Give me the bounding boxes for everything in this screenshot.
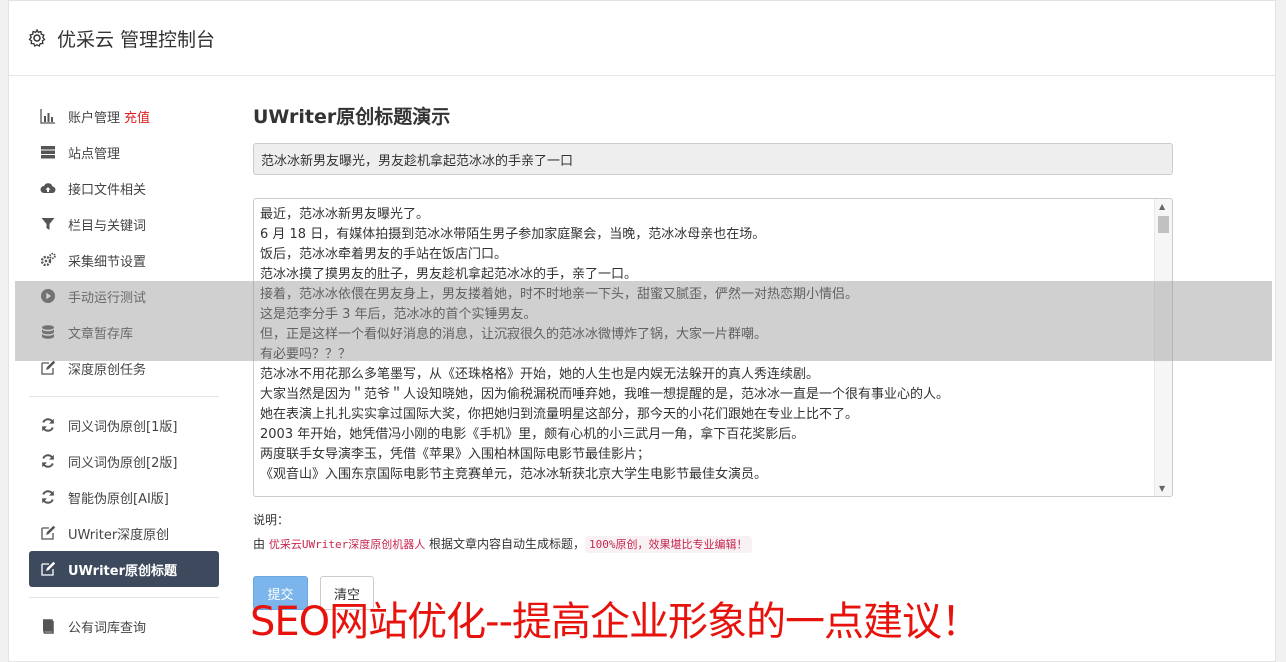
page-title: UWriter原创标题演示 — [253, 106, 451, 128]
recharge-link[interactable]: 充值 — [124, 107, 150, 126]
edit-icon — [39, 360, 57, 376]
page-header: 优采云 管理控制台 — [9, 1, 1275, 76]
sidebar-item-synonym-v2[interactable]: 同义词伪原创[2版] — [29, 443, 219, 479]
refresh-icon — [39, 453, 57, 469]
sidebar-item-uwriter-deep[interactable]: UWriter深度原创 — [29, 515, 219, 551]
sidebar-item-label: 站点管理 — [68, 146, 121, 162]
content-line: 范冰冰不用花那么多笔墨写，从《还珠格格》开始，她的人生也是内娱无法躲开的真人秀连… — [260, 367, 820, 382]
bar-chart-icon — [39, 108, 57, 124]
generated-title-field[interactable] — [253, 143, 1173, 175]
content-line: 2003 年开始，她凭借冯小刚的电影《手机》里，颇有心机的小三武月一角，拿下百花… — [260, 427, 805, 442]
sidebar-item-smart-ai[interactable]: 智能伪原创[AI版] — [29, 479, 219, 515]
sidebar-item-sites[interactable]: 站点管理 — [29, 134, 219, 170]
sidebar: 账户管理 充值 站点管理 接口文件相关 栏目与关键词 采集细节设置 手动运行测试… — [29, 98, 219, 644]
sidebar-item-account[interactable]: 账户管理 充值 — [29, 98, 219, 134]
content-line: 《观音山》入围东京国际电影节主竞赛单元，范冰冰斩获北京大学生电影节最佳女演员。 — [260, 467, 768, 482]
content-line: 饭后，范冰冰牵着男友的手站在饭店门口。 — [260, 247, 508, 262]
refresh-icon — [39, 489, 57, 505]
content-line: 她在表演上扎扎实实拿过国际大奖，你把她归到流量明星这部分，那今天的小花们跟她在专… — [260, 407, 859, 422]
sidebar-item-label: 接口文件相关 — [68, 182, 147, 198]
edit-icon — [39, 561, 57, 577]
edit-icon — [39, 525, 57, 541]
refresh-icon — [39, 417, 57, 433]
sidebar-item-label: 账户管理 — [68, 110, 121, 126]
note-middle: 根据文章内容自动生成标题， — [429, 537, 586, 551]
sidebar-item-synonym-v1[interactable]: 同义词伪原创[1版] — [29, 407, 219, 443]
gears-icon — [39, 252, 57, 268]
note-product: 优采云UWriter深度原创机器人 — [268, 538, 426, 551]
sidebar-item-label: UWriter深度原创 — [68, 527, 170, 543]
note-text: 由 优采云UWriter深度原创机器人 根据文章内容自动生成标题， 100%原创，… — [253, 535, 1173, 553]
sidebar-item-interface-files[interactable]: 接口文件相关 — [29, 170, 219, 206]
cloud-upload-icon — [39, 180, 57, 196]
sidebar-item-label: 同义词伪原创[1版] — [68, 419, 178, 435]
page-title-header: 优采云 管理控制台 — [57, 28, 216, 51]
sidebar-item-label: 同义词伪原创[2版] — [68, 455, 178, 471]
note-highlight: 100%原创，效果堪比专业编辑！ — [585, 536, 752, 553]
scroll-up-arrow-icon[interactable]: ▲ — [1159, 202, 1165, 211]
content-line: 最近，范冰冰新男友曝光了。 — [260, 207, 430, 222]
content-line: 两度联手女导演李玉，凭借《苹果》入围柏林国际电影节最佳影片； — [260, 447, 651, 462]
gray-overlay-band — [15, 281, 1272, 361]
sidebar-item-label: UWriter原创标题 — [68, 563, 177, 579]
server-icon — [39, 144, 57, 160]
content-line: 6 月 18 日，有媒体拍摄到范冰冰带陌生男子参加家庭聚会，当晚，范冰冰母亲也在… — [260, 227, 766, 242]
note-prefix: 由 — [253, 537, 266, 551]
sidebar-item-public-lexicon[interactable]: 公有词库查询 — [29, 608, 219, 644]
scrollbar-thumb[interactable] — [1158, 216, 1169, 233]
note-label: 说明： — [253, 513, 290, 527]
sidebar-item-collection-settings[interactable]: 采集细节设置 — [29, 242, 219, 278]
content-line: 大家当然是因为＂范爷＂人设知晓她，因为偷税漏税而唾弃她，我唯一想提醒的是，范冰冰… — [260, 387, 950, 402]
filter-icon — [39, 216, 57, 232]
sidebar-item-label: 公有词库查询 — [68, 620, 147, 636]
scroll-down-arrow-icon[interactable]: ▼ — [1159, 484, 1165, 493]
seo-banner-text: SEO网站优化--提高企业形象的一点建议！ — [250, 599, 981, 645]
sidebar-item-label: 栏目与关键词 — [68, 218, 147, 234]
sidebar-item-columns-keywords[interactable]: 栏目与关键词 — [29, 206, 219, 242]
sidebar-divider — [29, 396, 219, 397]
sidebar-item-label: 采集细节设置 — [68, 254, 147, 270]
sidebar-item-uwriter-title[interactable]: UWriter原创标题 — [29, 551, 219, 587]
sidebar-item-label: 智能伪原创[AI版] — [68, 491, 169, 507]
sidebar-divider — [29, 597, 219, 598]
gear-icon — [28, 28, 46, 47]
book-icon — [39, 618, 57, 634]
sidebar-item-label: 深度原创任务 — [68, 362, 147, 378]
